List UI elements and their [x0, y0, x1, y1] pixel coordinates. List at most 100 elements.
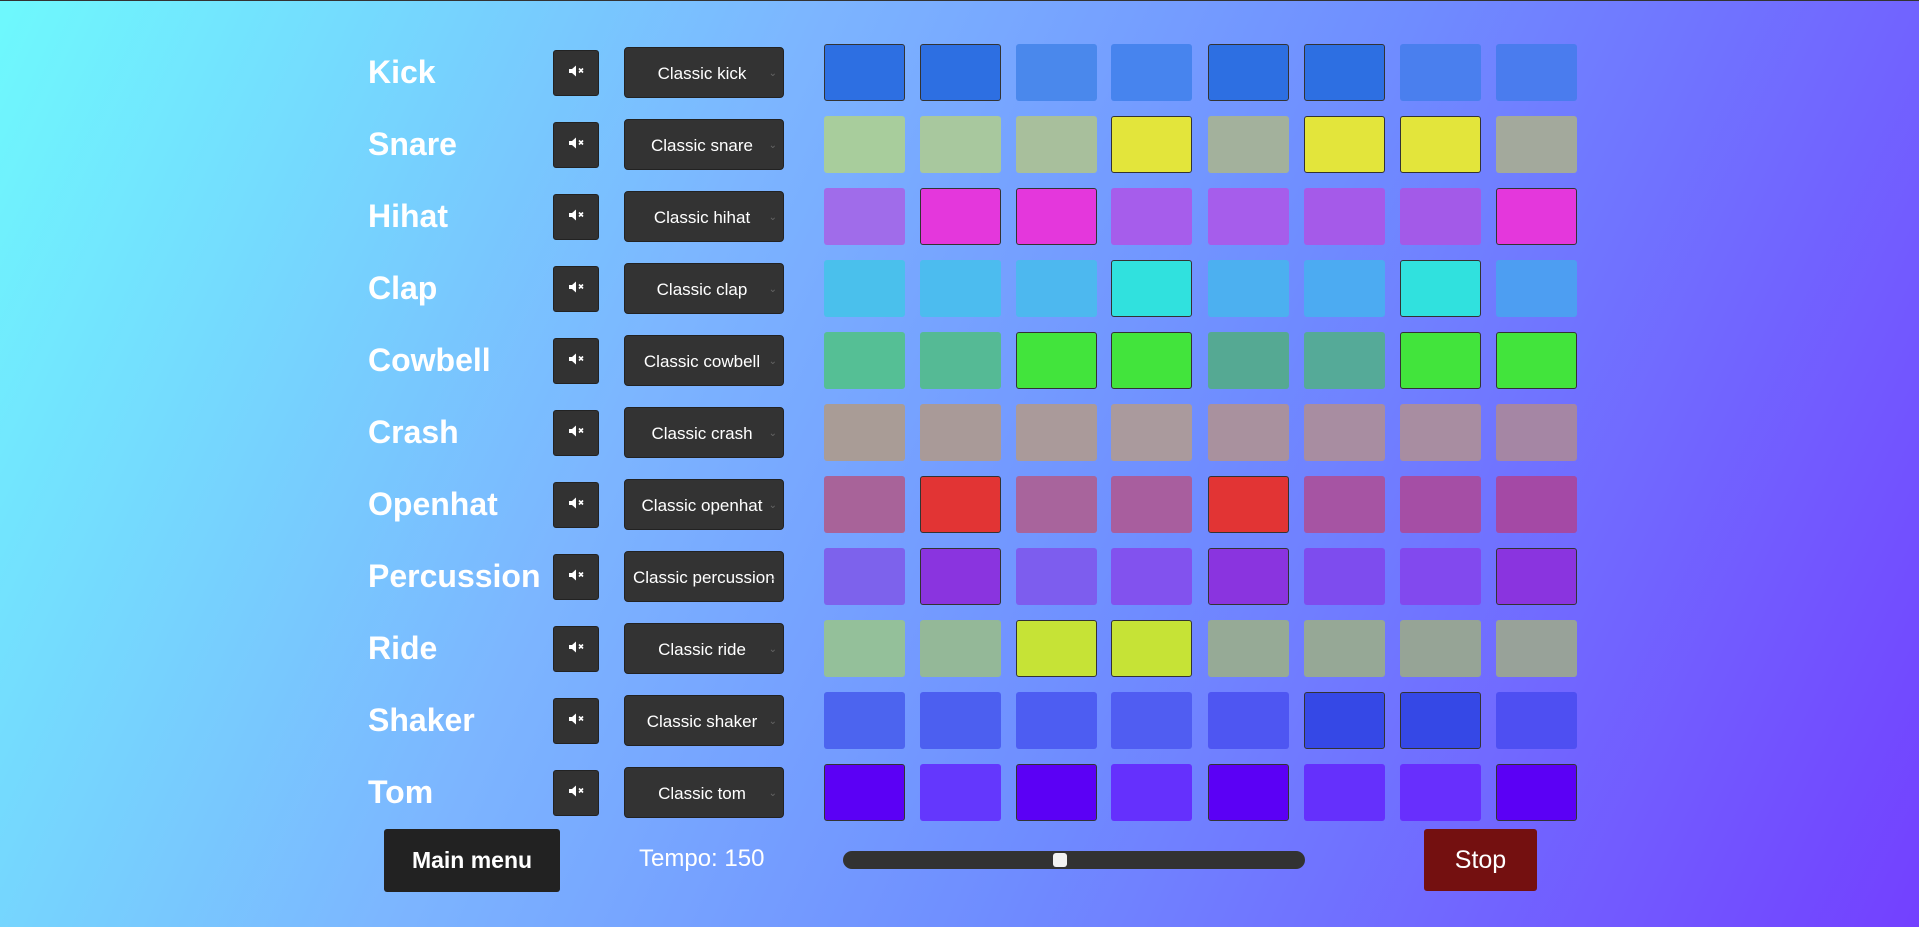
step-pad[interactable]: [1400, 332, 1481, 389]
step-pad[interactable]: [1111, 620, 1192, 677]
mute-button[interactable]: [553, 338, 599, 384]
step-pad[interactable]: [1400, 260, 1481, 317]
sound-select[interactable]: Classic shaker ⌄: [624, 695, 784, 746]
step-pad[interactable]: [1111, 404, 1192, 461]
step-pad[interactable]: [1111, 548, 1192, 605]
step-pad[interactable]: [1208, 548, 1289, 605]
mute-button[interactable]: [553, 554, 599, 600]
step-pad[interactable]: [824, 188, 905, 245]
sound-select[interactable]: Classic hihat ⌄: [624, 191, 784, 242]
step-pad[interactable]: [1016, 404, 1097, 461]
step-pad[interactable]: [824, 548, 905, 605]
step-pad[interactable]: [1111, 188, 1192, 245]
sound-select[interactable]: Classic cowbell ⌄: [624, 335, 784, 386]
step-pad[interactable]: [1208, 620, 1289, 677]
step-pad[interactable]: [1400, 116, 1481, 173]
step-pad[interactable]: [1496, 764, 1577, 821]
mute-button[interactable]: [553, 410, 599, 456]
step-pad[interactable]: [1111, 260, 1192, 317]
step-pad[interactable]: [1304, 620, 1385, 677]
tempo-slider[interactable]: [843, 851, 1305, 869]
step-pad[interactable]: [1400, 620, 1481, 677]
mute-button[interactable]: [553, 482, 599, 528]
step-pad[interactable]: [1304, 332, 1385, 389]
step-pad[interactable]: [1111, 476, 1192, 533]
step-pad[interactable]: [1400, 764, 1481, 821]
mute-button[interactable]: [553, 266, 599, 312]
step-pad[interactable]: [1208, 332, 1289, 389]
step-pad[interactable]: [1111, 692, 1192, 749]
sound-select[interactable]: Classic percussion ⌄: [624, 551, 784, 602]
step-pad[interactable]: [1496, 692, 1577, 749]
step-pad[interactable]: [1304, 188, 1385, 245]
mute-button[interactable]: [553, 698, 599, 744]
sound-select[interactable]: Classic ride ⌄: [624, 623, 784, 674]
step-pad[interactable]: [1208, 692, 1289, 749]
step-pad[interactable]: [920, 260, 1001, 317]
step-pad[interactable]: [1304, 44, 1385, 101]
step-pad[interactable]: [1496, 620, 1577, 677]
step-pad[interactable]: [1208, 764, 1289, 821]
step-pad[interactable]: [1111, 44, 1192, 101]
step-pad[interactable]: [1016, 692, 1097, 749]
step-pad[interactable]: [1304, 260, 1385, 317]
step-pad[interactable]: [824, 332, 905, 389]
step-pad[interactable]: [1016, 260, 1097, 317]
step-pad[interactable]: [1304, 548, 1385, 605]
step-pad[interactable]: [1400, 548, 1481, 605]
step-pad[interactable]: [1208, 188, 1289, 245]
step-pad[interactable]: [1208, 116, 1289, 173]
stop-button[interactable]: Stop: [1424, 829, 1537, 891]
step-pad[interactable]: [1016, 332, 1097, 389]
step-pad[interactable]: [1400, 188, 1481, 245]
step-pad[interactable]: [1304, 116, 1385, 173]
step-pad[interactable]: [1400, 44, 1481, 101]
step-pad[interactable]: [1016, 476, 1097, 533]
step-pad[interactable]: [1016, 188, 1097, 245]
sound-select[interactable]: Classic openhat ⌄: [624, 479, 784, 530]
step-pad[interactable]: [824, 44, 905, 101]
step-pad[interactable]: [824, 764, 905, 821]
step-pad[interactable]: [1208, 476, 1289, 533]
step-pad[interactable]: [1496, 44, 1577, 101]
step-pad[interactable]: [1304, 764, 1385, 821]
step-pad[interactable]: [920, 188, 1001, 245]
step-pad[interactable]: [1496, 404, 1577, 461]
mute-button[interactable]: [553, 194, 599, 240]
step-pad[interactable]: [1304, 404, 1385, 461]
step-pad[interactable]: [920, 332, 1001, 389]
step-pad[interactable]: [920, 116, 1001, 173]
step-pad[interactable]: [1304, 692, 1385, 749]
step-pad[interactable]: [920, 404, 1001, 461]
step-pad[interactable]: [1496, 476, 1577, 533]
step-pad[interactable]: [1496, 116, 1577, 173]
main-menu-button[interactable]: Main menu: [384, 829, 560, 892]
step-pad[interactable]: [1496, 188, 1577, 245]
step-pad[interactable]: [920, 620, 1001, 677]
step-pad[interactable]: [920, 692, 1001, 749]
step-pad[interactable]: [824, 116, 905, 173]
step-pad[interactable]: [920, 764, 1001, 821]
mute-button[interactable]: [553, 50, 599, 96]
step-pad[interactable]: [1016, 764, 1097, 821]
mute-button[interactable]: [553, 122, 599, 168]
step-pad[interactable]: [1111, 332, 1192, 389]
step-pad[interactable]: [1016, 44, 1097, 101]
sound-select[interactable]: Classic kick ⌄: [624, 47, 784, 98]
step-pad[interactable]: [1208, 404, 1289, 461]
step-pad[interactable]: [920, 548, 1001, 605]
step-pad[interactable]: [1208, 260, 1289, 317]
step-pad[interactable]: [1111, 116, 1192, 173]
step-pad[interactable]: [1496, 548, 1577, 605]
sound-select[interactable]: Classic crash ⌄: [624, 407, 784, 458]
step-pad[interactable]: [1016, 116, 1097, 173]
step-pad[interactable]: [1400, 404, 1481, 461]
step-pad[interactable]: [1016, 548, 1097, 605]
step-pad[interactable]: [1304, 476, 1385, 533]
step-pad[interactable]: [824, 260, 905, 317]
step-pad[interactable]: [1496, 332, 1577, 389]
step-pad[interactable]: [824, 476, 905, 533]
step-pad[interactable]: [920, 44, 1001, 101]
tempo-slider-thumb[interactable]: [1053, 853, 1068, 867]
step-pad[interactable]: [1496, 260, 1577, 317]
